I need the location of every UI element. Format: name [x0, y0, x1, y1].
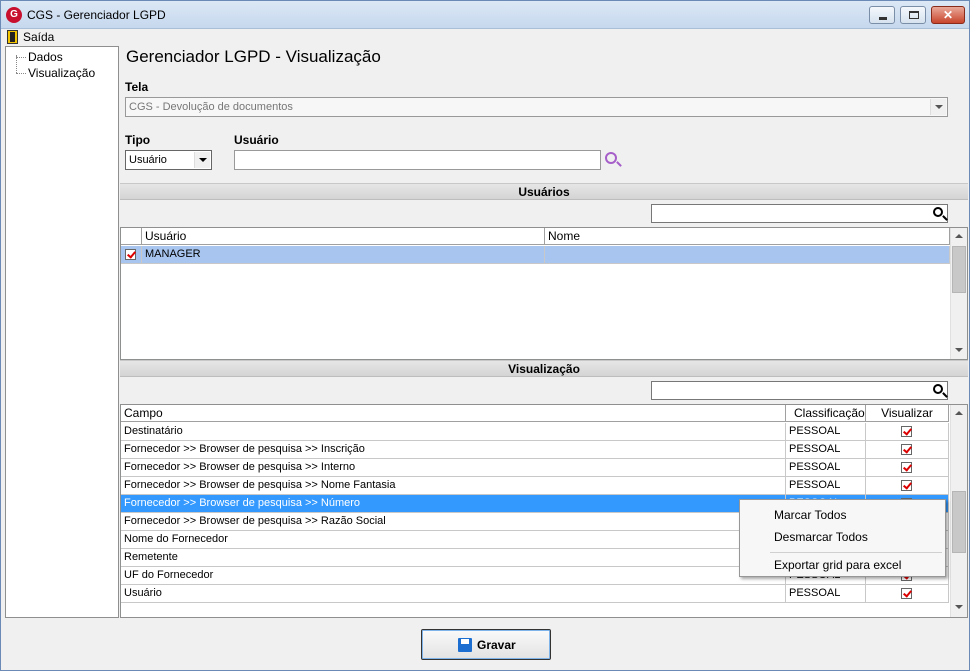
table-row-visualizar[interactable] — [866, 423, 949, 441]
save-disk-icon — [458, 638, 472, 652]
exit-door-icon — [7, 30, 18, 44]
table-row-visualizar[interactable] — [866, 477, 949, 495]
scroll-thumb[interactable] — [952, 246, 966, 293]
tree-connector — [16, 73, 26, 74]
minimize-button[interactable] — [869, 6, 895, 24]
navigation-tree: Dados Visualização — [5, 46, 119, 618]
table-row-classificacao[interactable]: PESSOAL — [786, 585, 866, 603]
visualizar-checkbox[interactable] — [901, 462, 912, 473]
tela-select[interactable]: CGS - Devolução de documentos — [125, 97, 948, 117]
table-row-campo[interactable]: Fornecedor >> Browser de pesquisa >> Ins… — [121, 441, 786, 459]
grid-header-campo[interactable]: Campo — [121, 405, 786, 422]
tree-connector — [16, 57, 26, 58]
table-row-campo[interactable]: Destinatário — [121, 423, 786, 441]
menu-item-desmarcar-todos[interactable]: Desmarcar Todos — [774, 530, 868, 544]
table-row-campo[interactable]: Fornecedor >> Browser de pesquisa >> Int… — [121, 459, 786, 477]
scroll-down-icon[interactable] — [955, 605, 963, 611]
close-button[interactable]: ✕ — [931, 6, 965, 24]
tela-label: Tela — [125, 80, 149, 94]
table-row-campo[interactable]: Fornecedor >> Browser de pesquisa >> Núm… — [121, 495, 786, 513]
visualizacao-search-input[interactable] — [651, 381, 948, 400]
table-row[interactable] — [121, 246, 142, 264]
menu-item-exportar-excel[interactable]: Exportar grid para excel — [774, 558, 901, 572]
grid-header-nome[interactable]: Nome — [545, 228, 950, 245]
page-title: Gerenciador LGPD - Visualização — [126, 47, 381, 66]
main-window: G CGS - Gerenciador LGPD ✕ Saída Dados V… — [0, 0, 970, 671]
visualizar-checkbox[interactable] — [901, 588, 912, 599]
maximize-icon — [909, 11, 919, 19]
gravar-button-label: Gravar — [477, 638, 516, 652]
user-cell-nome[interactable] — [545, 246, 950, 264]
table-row-classificacao[interactable]: PESSOAL — [786, 459, 866, 477]
title-bar[interactable]: G CGS - Gerenciador LGPD ✕ — [1, 1, 969, 29]
usuario-input[interactable] — [234, 150, 601, 170]
usuarios-section-header: Usuários — [120, 183, 968, 200]
visualizar-checkbox[interactable] — [901, 444, 912, 455]
menu-separator — [770, 552, 942, 553]
tree-item-visualizacao[interactable]: Visualização — [28, 66, 95, 80]
search-icon[interactable] — [933, 207, 943, 217]
usuarios-scrollbar[interactable] — [950, 228, 967, 359]
minimize-icon — [879, 17, 887, 20]
tela-select-value: CGS - Devolução de documentos — [129, 101, 293, 113]
menu-item-marcar-todos[interactable]: Marcar Todos — [774, 508, 846, 522]
grid-header-check — [121, 228, 142, 245]
table-row-visualizar[interactable] — [866, 441, 949, 459]
table-row-visualizar[interactable] — [866, 459, 949, 477]
visualizacao-scrollbar[interactable] — [950, 405, 967, 617]
cgs-logo-icon: G — [6, 7, 22, 23]
chevron-down-icon[interactable] — [930, 99, 946, 115]
table-row-campo[interactable]: Usuário — [121, 585, 786, 603]
scroll-up-icon[interactable] — [955, 411, 963, 417]
search-icon[interactable] — [933, 384, 943, 394]
usuarios-search-input[interactable] — [651, 204, 948, 223]
grid-header-usuario[interactable]: Usuário — [142, 228, 545, 245]
user-checkbox[interactable] — [125, 249, 136, 260]
tipo-label: Tipo — [125, 133, 151, 147]
table-row-campo[interactable]: Remetente — [121, 549, 786, 567]
grid-header-classificacao[interactable]: Classificação — [786, 405, 866, 422]
table-row-campo[interactable]: Fornecedor >> Browser de pesquisa >> Raz… — [121, 513, 786, 531]
table-row-classificacao[interactable]: PESSOAL — [786, 477, 866, 495]
grid-context-menu: Marcar Todos Desmarcar Todos Exportar gr… — [739, 499, 946, 577]
tipo-select-value: Usuário — [129, 154, 167, 166]
visualizar-checkbox[interactable] — [901, 426, 912, 437]
table-row-campo[interactable]: UF do Fornecedor — [121, 567, 786, 585]
window-title: CGS - Gerenciador LGPD — [27, 8, 166, 22]
visualizacao-section-header: Visualização — [120, 360, 968, 377]
scroll-up-icon[interactable] — [955, 234, 963, 240]
table-row-visualizar[interactable] — [866, 585, 949, 603]
maximize-button[interactable] — [900, 6, 926, 24]
gravar-button[interactable]: Gravar — [421, 629, 551, 660]
table-row-campo[interactable]: Nome do Fornecedor — [121, 531, 786, 549]
grid-header-visualizar[interactable]: Visualizar — [866, 405, 949, 422]
tipo-select[interactable]: Usuário — [125, 150, 212, 170]
chevron-down-icon[interactable] — [194, 152, 210, 168]
menu-item-saida[interactable]: Saída — [23, 30, 54, 44]
usuarios-grid: Usuário Nome MANAGER — [120, 227, 968, 360]
search-user-icon[interactable] — [605, 152, 617, 164]
menu-bar: Saída — [1, 29, 969, 45]
tree-item-dados[interactable]: Dados — [28, 50, 63, 64]
table-row-classificacao[interactable]: PESSOAL — [786, 423, 866, 441]
scroll-thumb[interactable] — [952, 491, 966, 553]
table-row-campo[interactable]: Fornecedor >> Browser de pesquisa >> Nom… — [121, 477, 786, 495]
user-cell-usuario[interactable]: MANAGER — [142, 246, 545, 264]
table-row-classificacao[interactable]: PESSOAL — [786, 441, 866, 459]
scroll-down-icon[interactable] — [955, 348, 963, 354]
usuario-label: Usuário — [234, 133, 279, 147]
visualizar-checkbox[interactable] — [901, 480, 912, 491]
